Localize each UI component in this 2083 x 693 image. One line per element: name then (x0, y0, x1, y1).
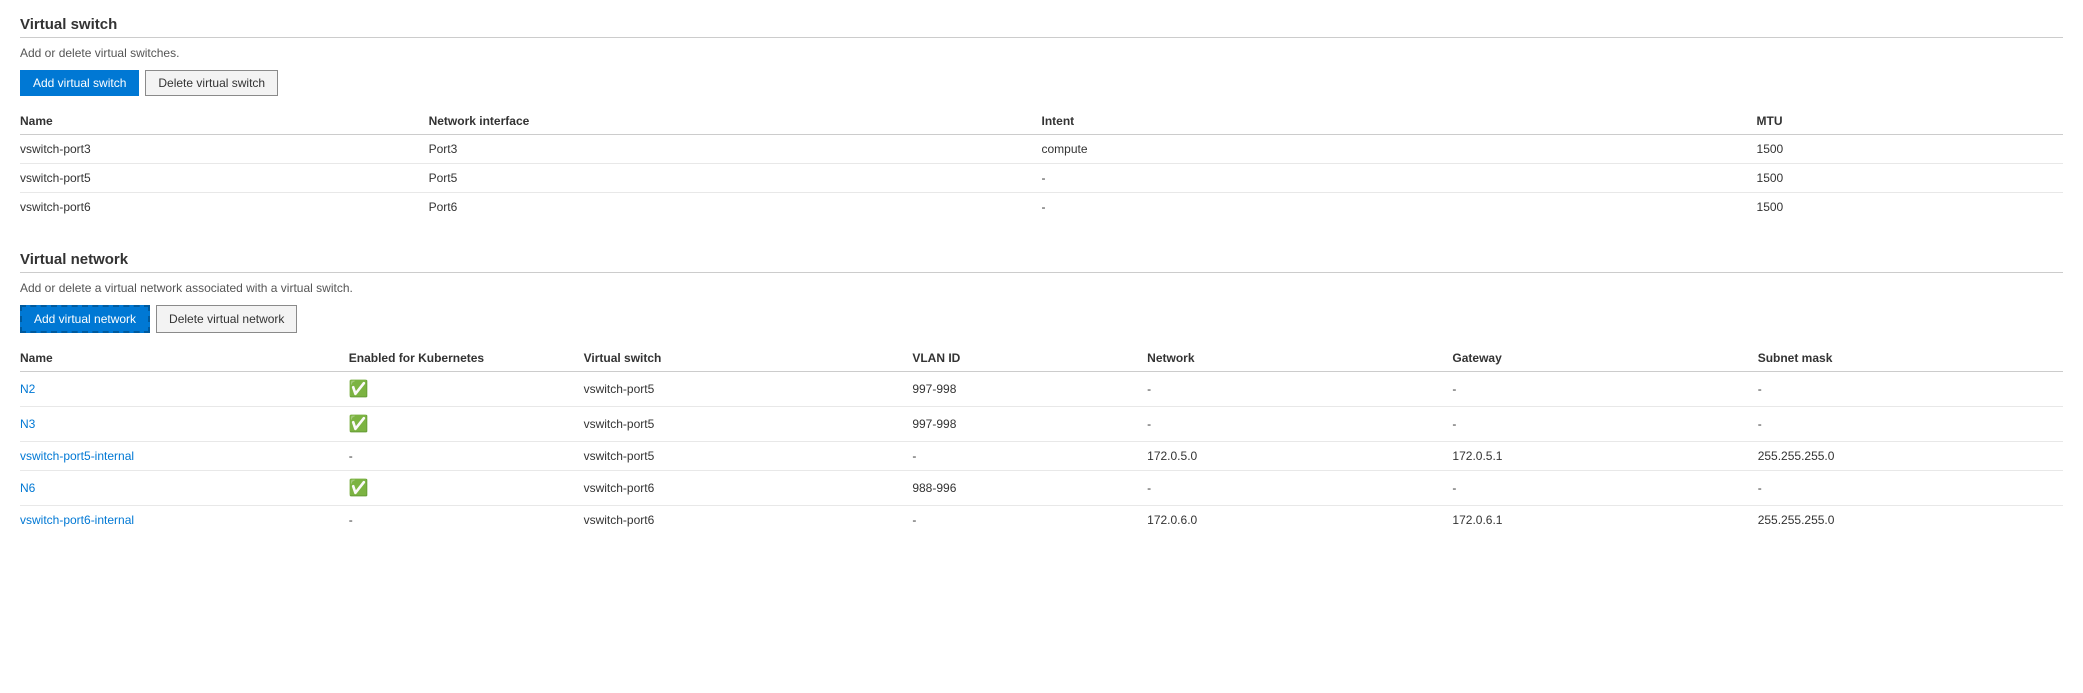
kubernetes-enabled-icon: ✅ (349, 381, 369, 398)
vn-row-network: 172.0.5.0 (1147, 442, 1452, 471)
vs-col-intent: Intent (1041, 108, 1756, 135)
vn-col-gateway: Gateway (1452, 345, 1757, 372)
virtual-switch-subtitle: Add or delete virtual switches. (20, 46, 2063, 60)
vn-col-network: Network (1147, 345, 1452, 372)
virtual-switch-divider (20, 37, 2063, 38)
vn-col-vswitch: Virtual switch (584, 345, 913, 372)
vn-row-subnet: - (1758, 372, 2063, 407)
vn-row-enabled: ✅ (349, 407, 584, 442)
vn-row-vlan: - (912, 506, 1147, 535)
virtual-network-section: Virtual network Add or delete a virtual … (20, 251, 2063, 534)
vs-row-intent: compute (1041, 135, 1756, 164)
vs-row-mtu: 1500 (1757, 164, 2063, 193)
virtual-switch-table: Name Network interface Intent MTU vswitc… (20, 108, 2063, 221)
vs-row-ni: Port3 (429, 135, 1042, 164)
virtual-switch-title: Virtual switch (20, 16, 2063, 33)
vn-row-name-link[interactable]: N3 (20, 417, 35, 431)
virtual-switch-buttons: Add virtual switch Delete virtual switch (20, 70, 2063, 96)
delete-virtual-network-button[interactable]: Delete virtual network (156, 305, 297, 333)
vn-row-enabled: - (349, 442, 584, 471)
vn-row-name-link[interactable]: N2 (20, 382, 35, 396)
vn-row-name-cell: vswitch-port5-internal (20, 442, 349, 471)
vs-row-intent: - (1041, 164, 1756, 193)
delete-virtual-switch-button[interactable]: Delete virtual switch (145, 70, 278, 96)
vs-row-ni: Port5 (429, 164, 1042, 193)
kubernetes-enabled-icon: ✅ (349, 480, 369, 497)
virtual-network-subtitle: Add or delete a virtual network associat… (20, 281, 2063, 295)
vn-col-enabled: Enabled for Kubernetes (349, 345, 584, 372)
vn-row-vswitch: vswitch-port5 (584, 442, 913, 471)
vn-row-network: 172.0.6.0 (1147, 506, 1452, 535)
vs-row-ni: Port6 (429, 193, 1042, 222)
vn-row-name-link[interactable]: vswitch-port6-internal (20, 513, 134, 527)
vn-row-name-cell: N3 (20, 407, 349, 442)
vs-col-mtu: MTU (1757, 108, 2063, 135)
vn-row-vswitch: vswitch-port5 (584, 372, 913, 407)
vn-row-subnet: - (1758, 407, 2063, 442)
vn-row-name-cell: N2 (20, 372, 349, 407)
table-row: vswitch-port5 Port5 - 1500 (20, 164, 2063, 193)
vn-row-gateway: 172.0.6.1 (1452, 506, 1757, 535)
vn-row-network: - (1147, 407, 1452, 442)
vn-row-vswitch: vswitch-port5 (584, 407, 913, 442)
vn-row-enabled: ✅ (349, 471, 584, 506)
kubernetes-disabled-dash: - (349, 513, 353, 527)
vn-row-gateway: 172.0.5.1 (1452, 442, 1757, 471)
vn-row-vlan: - (912, 442, 1147, 471)
vn-row-name-link[interactable]: N6 (20, 481, 35, 495)
vn-row-vswitch: vswitch-port6 (584, 471, 913, 506)
vn-row-vlan: 997-998 (912, 372, 1147, 407)
vn-row-vswitch: vswitch-port6 (584, 506, 913, 535)
vn-row-network: - (1147, 372, 1452, 407)
table-row: vswitch-port6 Port6 - 1500 (20, 193, 2063, 222)
vn-col-subnet: Subnet mask (1758, 345, 2063, 372)
virtual-switch-section: Virtual switch Add or delete virtual swi… (20, 16, 2063, 221)
vs-row-intent: - (1041, 193, 1756, 222)
vn-row-gateway: - (1452, 372, 1757, 407)
virtual-network-buttons: Add virtual network Delete virtual netwo… (20, 305, 2063, 333)
vs-row-name: vswitch-port5 (20, 164, 429, 193)
virtual-network-divider (20, 272, 2063, 273)
vn-row-name-link[interactable]: vswitch-port5-internal (20, 449, 134, 463)
list-item: N3 ✅ vswitch-port5 997-998 - - - (20, 407, 2063, 442)
vs-col-name: Name (20, 108, 429, 135)
vn-row-enabled: ✅ (349, 372, 584, 407)
vn-row-network: - (1147, 471, 1452, 506)
vs-row-name: vswitch-port6 (20, 193, 429, 222)
vs-row-mtu: 1500 (1757, 135, 2063, 164)
vn-row-subnet: 255.255.255.0 (1758, 442, 2063, 471)
vn-col-name: Name (20, 345, 349, 372)
vn-row-enabled: - (349, 506, 584, 535)
add-virtual-switch-button[interactable]: Add virtual switch (20, 70, 139, 96)
list-item: vswitch-port6-internal - vswitch-port6 -… (20, 506, 2063, 535)
vn-row-subnet: 255.255.255.0 (1758, 506, 2063, 535)
list-item: vswitch-port5-internal - vswitch-port5 -… (20, 442, 2063, 471)
vn-row-vlan: 988-996 (912, 471, 1147, 506)
virtual-network-table: Name Enabled for Kubernetes Virtual swit… (20, 345, 2063, 534)
vs-row-name: vswitch-port3 (20, 135, 429, 164)
vn-row-name-cell: vswitch-port6-internal (20, 506, 349, 535)
vn-row-subnet: - (1758, 471, 2063, 506)
vn-row-gateway: - (1452, 407, 1757, 442)
virtual-switch-header-row: Name Network interface Intent MTU (20, 108, 2063, 135)
virtual-network-title: Virtual network (20, 251, 2063, 268)
virtual-network-header-row: Name Enabled for Kubernetes Virtual swit… (20, 345, 2063, 372)
list-item: N2 ✅ vswitch-port5 997-998 - - - (20, 372, 2063, 407)
add-virtual-network-button[interactable]: Add virtual network (20, 305, 150, 333)
list-item: N6 ✅ vswitch-port6 988-996 - - - (20, 471, 2063, 506)
vn-col-vlan: VLAN ID (912, 345, 1147, 372)
vn-row-gateway: - (1452, 471, 1757, 506)
vn-row-name-cell: N6 (20, 471, 349, 506)
kubernetes-disabled-dash: - (349, 449, 353, 463)
vs-row-mtu: 1500 (1757, 193, 2063, 222)
table-row: vswitch-port3 Port3 compute 1500 (20, 135, 2063, 164)
vn-row-vlan: 997-998 (912, 407, 1147, 442)
kubernetes-enabled-icon: ✅ (349, 416, 369, 433)
vs-col-ni: Network interface (429, 108, 1042, 135)
